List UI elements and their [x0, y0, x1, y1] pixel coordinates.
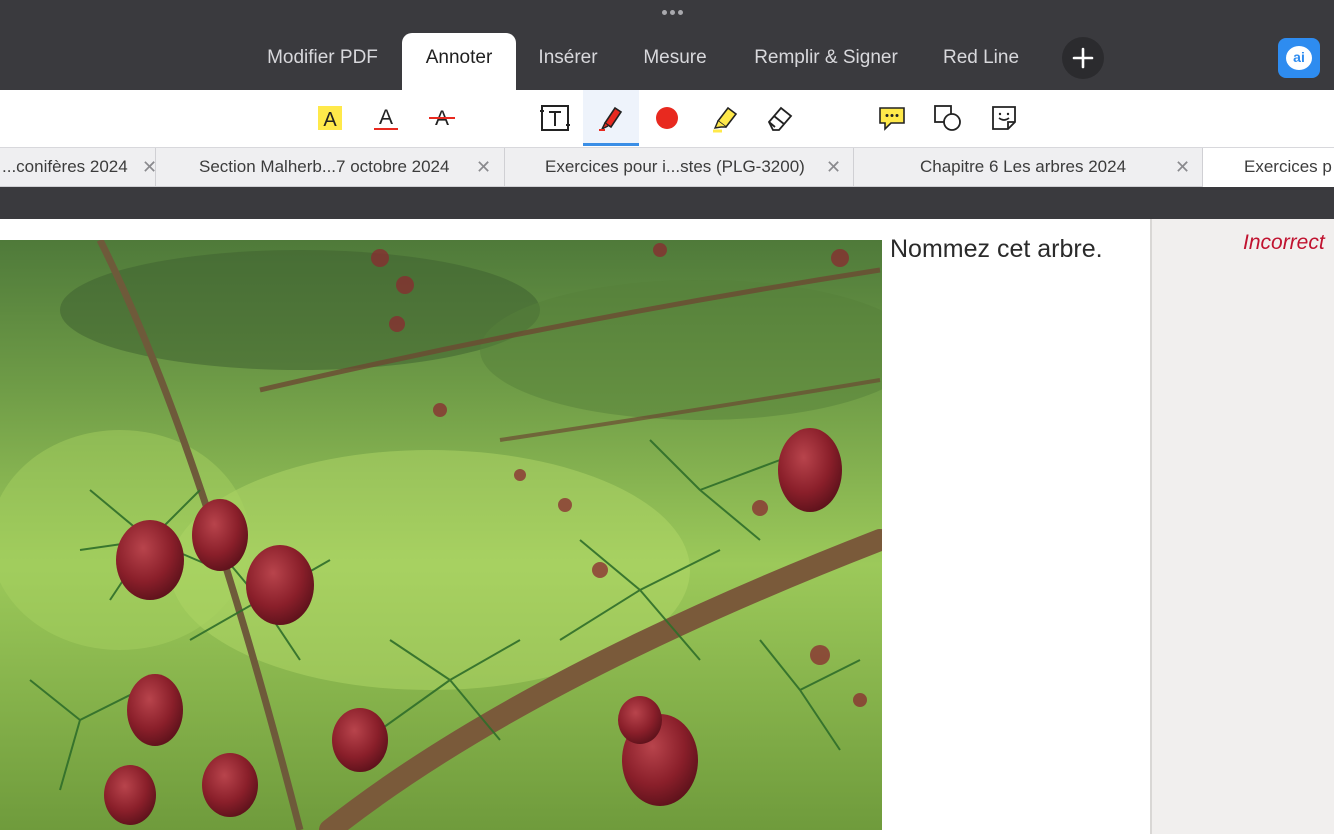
add-tab-button[interactable]	[1062, 37, 1104, 79]
tab-annoter[interactable]: Annoter	[402, 33, 516, 90]
strikethrough-text-icon: A	[429, 107, 455, 130]
eraser-icon	[767, 106, 793, 131]
document-tabs: ...conifères 2024 ✕ Section Malherb...7 …	[0, 147, 1334, 187]
pdf-page[interactable]: Nommez cet arbre.	[0, 219, 1150, 834]
annotation-toolbar: A A A	[0, 90, 1334, 147]
plus-icon	[1072, 47, 1094, 69]
highlighter-tool[interactable]	[697, 90, 753, 146]
pdf-annotation-app: Modifier PDF Annoter Insérer Mesure Remp…	[0, 0, 1334, 834]
tab-mesure[interactable]: Mesure	[626, 33, 724, 90]
doc-tab[interactable]: Chapitre 6 Les arbres 2024 ✕	[854, 148, 1202, 187]
ai-assistant-button[interactable]: ai	[1278, 38, 1320, 78]
red-color-dot-icon	[656, 107, 678, 129]
close-icon[interactable]: ✕	[1175, 148, 1190, 186]
feedback-label: Incorrect	[1243, 231, 1325, 254]
highlight-text-tool[interactable]: A	[302, 90, 358, 146]
doc-tab-label: Chapitre 6 Les arbres 2024	[920, 157, 1127, 176]
close-icon[interactable]: ✕	[826, 148, 841, 186]
doc-tab[interactable]: Exercices pour i...stes (PLG-3200) ✕	[505, 148, 853, 187]
comment-icon	[879, 107, 905, 131]
tab-remplir-signer[interactable]: Remplir & Signer	[738, 33, 914, 90]
svg-text:A: A	[379, 106, 393, 129]
close-icon[interactable]: ✕	[476, 148, 491, 186]
pen-tool[interactable]	[583, 90, 639, 146]
shapes-icon	[934, 105, 961, 131]
svg-text:A: A	[323, 109, 337, 131]
close-icon[interactable]: ✕	[142, 148, 155, 186]
doc-tab-label: Section Malherb...7 octobre 2024	[199, 157, 450, 176]
feedback-margin: Incorrect	[1150, 219, 1334, 834]
pen-icon	[599, 106, 623, 131]
larch-tree-image	[0, 240, 882, 830]
multitasking-dots-icon[interactable]	[662, 10, 683, 15]
doc-tab[interactable]: Section Malherb...7 octobre 2024 ✕	[156, 148, 504, 187]
ai-icon: ai	[1286, 46, 1312, 70]
highlight-text-icon: A	[318, 106, 342, 131]
eraser-tool[interactable]	[752, 90, 808, 146]
doc-tab-label: Exercices p	[1244, 157, 1332, 176]
sticky-note-icon	[992, 106, 1016, 130]
shapes-tool[interactable]	[920, 90, 976, 146]
doc-tab-label: ...conifères 2024	[2, 157, 128, 176]
strikethrough-text-tool[interactable]: A	[414, 90, 470, 146]
tab-modifier-pdf[interactable]: Modifier PDF	[247, 33, 398, 90]
text-box-tool[interactable]	[527, 90, 583, 146]
larch-branch-photo	[0, 240, 882, 830]
underline-text-icon: A	[374, 106, 398, 130]
highlighter-icon	[713, 106, 738, 133]
text-box-icon	[540, 105, 570, 131]
underline-text-tool[interactable]: A	[358, 90, 414, 146]
tab-inserer[interactable]: Insérer	[522, 33, 614, 90]
comment-tool[interactable]	[864, 90, 920, 146]
doc-tab-current[interactable]: Exercices p	[1203, 148, 1334, 187]
mode-tabs: Modifier PDF Annoter Insérer Mesure Remp…	[0, 33, 1334, 90]
doc-tab-label: Exercices pour i...stes (PLG-3200)	[545, 157, 805, 176]
pen-color-picker[interactable]	[639, 90, 695, 146]
tab-red-line[interactable]: Red Line	[930, 33, 1032, 90]
question-text: Nommez cet arbre.	[890, 235, 1103, 263]
document-viewport[interactable]: Nommez cet arbre. Incorrect	[0, 187, 1334, 834]
top-bar: Modifier PDF Annoter Insérer Mesure Remp…	[0, 0, 1334, 90]
doc-tab[interactable]: ...conifères 2024 ✕	[0, 148, 155, 187]
sticky-note-tool[interactable]	[976, 90, 1032, 146]
